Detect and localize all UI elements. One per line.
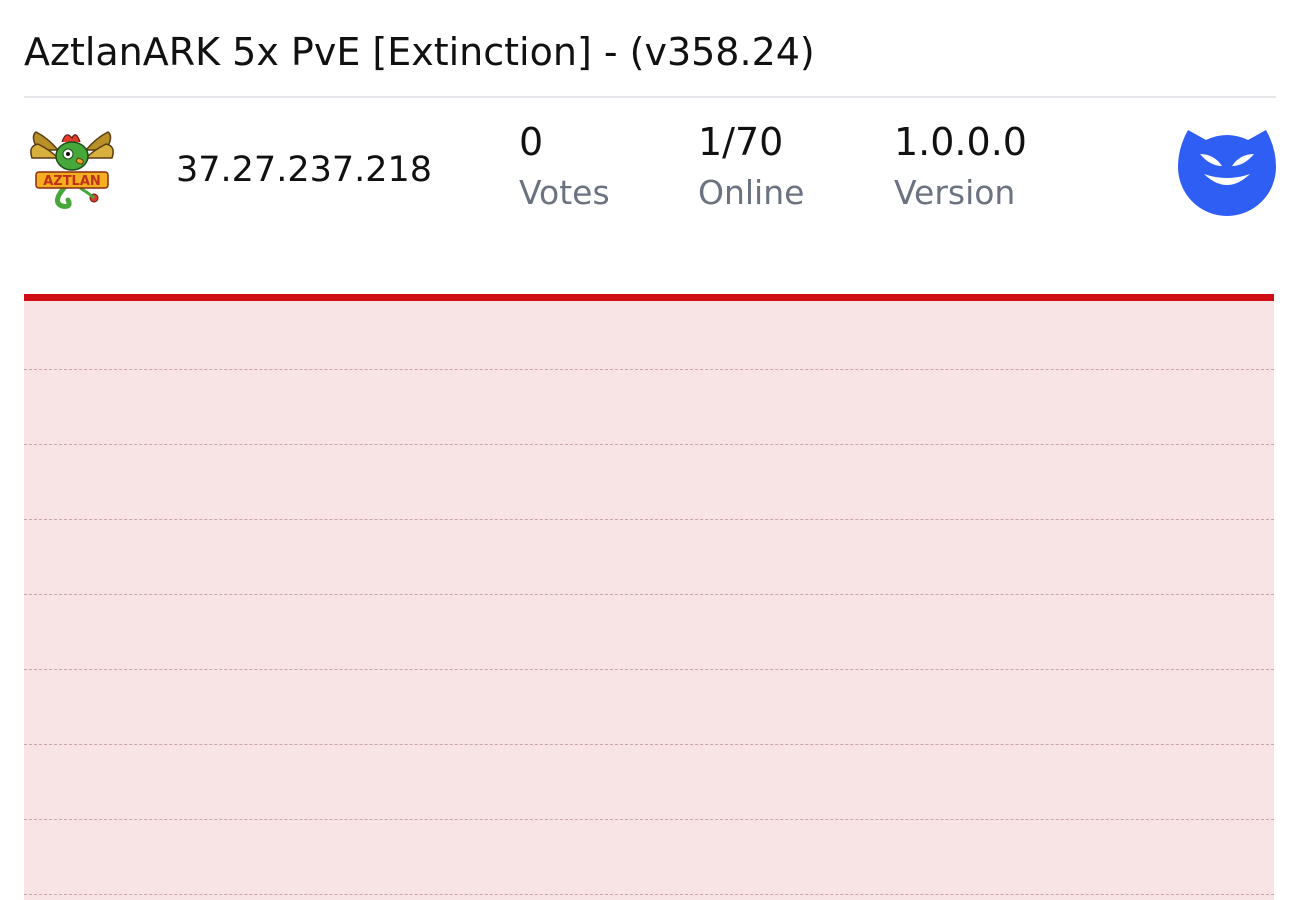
svg-text:AZTLAN: AZTLAN	[43, 174, 101, 189]
blue-devil-face-icon	[1178, 130, 1276, 216]
graph-gridline	[24, 894, 1274, 895]
votes-stat: 0 Votes	[519, 118, 610, 214]
version-number: 1.0.0.0	[894, 120, 1027, 164]
server-title: AztlanARK 5x PvE [Extinction] - (v358.24…	[24, 30, 815, 74]
online-stat: 1/70 Online	[698, 118, 804, 214]
graph-gridline	[24, 744, 1274, 745]
devil-badge[interactable]	[1178, 118, 1276, 216]
server-logo: AZTLAN	[28, 128, 116, 210]
votes-label: Votes	[519, 173, 610, 212]
header-divider	[24, 96, 1276, 98]
graph-gridline	[24, 819, 1274, 820]
graph-gridline	[24, 369, 1274, 370]
version-label: Version	[894, 173, 1016, 212]
online-count: 1/70	[698, 120, 784, 164]
graph-gridline	[24, 594, 1274, 595]
player-graph	[24, 294, 1274, 900]
version-stat: 1.0.0.0 Version	[894, 118, 1027, 214]
graph-gridline	[24, 669, 1274, 670]
online-label: Online	[698, 173, 805, 212]
votes-count: 0	[519, 120, 544, 164]
server-card: AztlanARK 5x PvE [Extinction] - (v358.24…	[0, 0, 1300, 900]
server-ip[interactable]: 37.27.237.218	[176, 148, 432, 192]
aztlan-quetzal-logo-icon: AZTLAN	[30, 131, 114, 209]
graph-gridline	[24, 519, 1274, 520]
graph-gridline	[24, 444, 1274, 445]
